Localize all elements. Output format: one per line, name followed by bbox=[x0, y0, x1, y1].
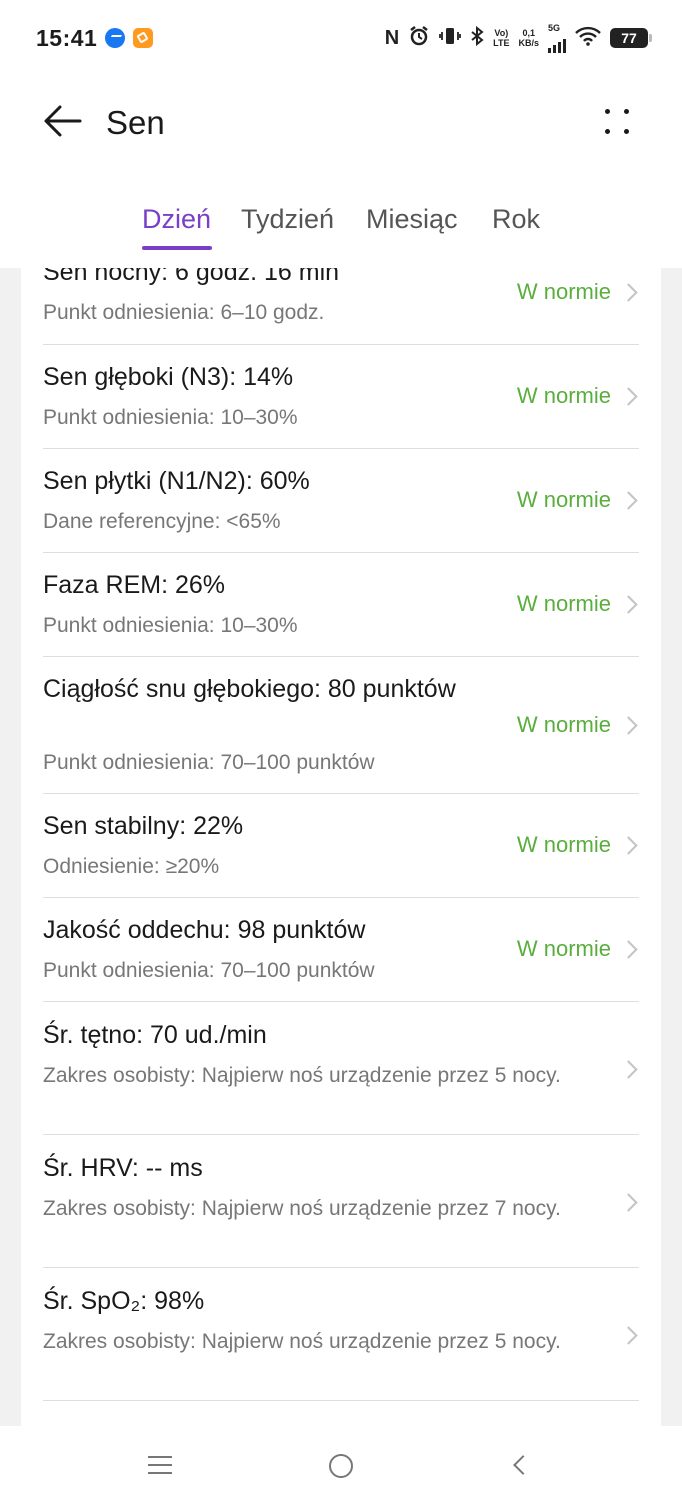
metric-status: W normie bbox=[516, 487, 611, 512]
metric-title: Śr. SpO₂: 98% bbox=[43, 1287, 205, 1315]
metric-title: Śr. tętno: 70 ud./min bbox=[43, 1021, 267, 1049]
wifi-icon bbox=[575, 26, 601, 51]
metric-status: W normie bbox=[516, 279, 611, 304]
metric-title: Sen stabilny: 22% bbox=[43, 812, 244, 840]
metric-status: W normie bbox=[516, 936, 611, 961]
metric-row-hrv[interactable]: Śr. HRV: -- ms Zakres osobisty: Najpierw… bbox=[43, 1135, 639, 1268]
tab-month[interactable]: Miesiąc bbox=[366, 204, 458, 235]
metric-title: Sen nocny: 6 godz. 16 min bbox=[43, 268, 340, 286]
bluetooth-icon bbox=[470, 25, 484, 51]
vibrate-icon bbox=[439, 26, 462, 51]
active-tab-indicator bbox=[142, 246, 212, 250]
metric-row-night-sleep[interactable]: Sen nocny: 6 godz. 16 min Punkt odniesie… bbox=[43, 268, 639, 345]
arrow-left-icon[interactable] bbox=[40, 98, 86, 144]
tab-day[interactable]: Dzień bbox=[142, 204, 211, 235]
volte-bottom: LTE bbox=[493, 38, 510, 48]
metric-status: W normie bbox=[516, 832, 611, 857]
metric-row-spo2[interactable]: Śr. SpO₂: 98% Zakres osobisty: Najpierw … bbox=[43, 1268, 639, 1401]
speed-unit: KB/s bbox=[518, 38, 539, 48]
network-speed: 0,1 KB/s bbox=[518, 28, 539, 48]
app-bar: Sen bbox=[0, 76, 682, 176]
messenger-icon bbox=[105, 28, 126, 48]
chevron-right-icon bbox=[619, 595, 638, 614]
speed-value: 0,1 bbox=[522, 28, 535, 38]
metric-reference: Dane referencyjne: <65% bbox=[43, 510, 281, 533]
period-tabs: Dzień Tydzień Miesiąc Rok bbox=[0, 176, 682, 268]
metric-status: W normie bbox=[516, 383, 611, 408]
alarm-icon bbox=[408, 25, 430, 52]
chevron-right-icon bbox=[619, 940, 638, 959]
network-type: 5G bbox=[548, 22, 561, 33]
system-nav-bar bbox=[0, 1426, 682, 1500]
metric-status: W normie bbox=[516, 712, 611, 737]
metric-title: Ciągłość snu głębokiego: 80 punktów bbox=[43, 675, 456, 703]
status-icons: N Vo) LTE 0,1 KB/s 5G 77 bbox=[384, 22, 652, 53]
metric-row-stable-sleep[interactable]: Sen stabilny: 22% Odniesienie: ≥20% W no… bbox=[43, 794, 639, 898]
metric-row-heart-rate[interactable]: Śr. tętno: 70 ud./min Zakres osobisty: N… bbox=[43, 1002, 639, 1135]
chevron-right-icon bbox=[619, 836, 638, 855]
metric-row-deep-sleep-continuity[interactable]: Ciągłość snu głębokiego: 80 punktów Punk… bbox=[43, 657, 639, 794]
metric-reference: Punkt odniesienia: 10–30% bbox=[43, 614, 298, 637]
metric-reference: Punkt odniesienia: 10–30% bbox=[43, 406, 298, 429]
chevron-right-icon bbox=[619, 283, 638, 302]
signal-icon: 5G bbox=[548, 22, 566, 53]
page-title: Sen bbox=[106, 104, 165, 141]
chevron-right-icon bbox=[619, 1326, 638, 1345]
home-icon[interactable] bbox=[329, 1454, 353, 1478]
notification-app-icon bbox=[133, 28, 154, 48]
more-dots-icon[interactable] bbox=[596, 102, 642, 142]
nfc-icon: N bbox=[384, 27, 400, 49]
menu-icon[interactable] bbox=[148, 1456, 172, 1474]
metric-title: Śr. HRV: -- ms bbox=[43, 1154, 203, 1182]
chevron-right-icon bbox=[619, 716, 638, 735]
metric-row-rem[interactable]: Faza REM: 26% Punkt odniesienia: 10–30% … bbox=[43, 553, 639, 657]
tab-year[interactable]: Rok bbox=[492, 204, 540, 235]
metric-title: Faza REM: 26% bbox=[43, 571, 226, 599]
metric-title: Sen płytki (N1/N2): 60% bbox=[43, 467, 310, 495]
metric-reference: Zakres osobisty: Najpierw noś urządzenie… bbox=[43, 1197, 561, 1220]
metric-reference: Punkt odniesienia: 70–100 punktów bbox=[43, 959, 375, 982]
volte-indicator: Vo) LTE bbox=[493, 28, 509, 48]
metric-reference: Zakres osobisty: Najpierw noś urządzenie… bbox=[43, 1330, 561, 1353]
chevron-right-icon bbox=[619, 1060, 638, 1079]
battery-icon: 77 bbox=[610, 28, 652, 48]
metric-status: W normie bbox=[516, 591, 611, 616]
metric-reference: Punkt odniesienia: 70–100 punktów bbox=[43, 751, 375, 774]
metric-reference: Odniesienie: ≥20% bbox=[43, 855, 220, 878]
metric-reference: Punkt odniesienia: 6–10 godz. bbox=[43, 301, 325, 324]
metric-reference: Zakres osobisty: Najpierw noś urządzenie… bbox=[43, 1064, 561, 1087]
back-icon[interactable] bbox=[513, 1455, 533, 1475]
volte-top: Vo) bbox=[494, 28, 509, 38]
status-time: 15:41 bbox=[36, 24, 98, 51]
metric-row-deep-sleep[interactable]: Sen głęboki (N3): 14% Punkt odniesienia:… bbox=[43, 345, 639, 449]
chevron-right-icon bbox=[619, 1193, 638, 1212]
metric-title: Jakość oddechu: 98 punktów bbox=[43, 916, 366, 944]
chevron-right-icon bbox=[619, 387, 638, 406]
metric-row-breathing-quality[interactable]: Jakość oddechu: 98 punktów Punkt odniesi… bbox=[43, 898, 639, 1002]
tab-week[interactable]: Tydzień bbox=[241, 204, 334, 235]
chevron-right-icon bbox=[619, 491, 638, 510]
sleep-metrics-card: Sen nocny: 6 godz. 16 min Punkt odniesie… bbox=[21, 268, 661, 1426]
metric-title: Sen głęboki (N3): 14% bbox=[43, 363, 294, 391]
status-bar: 15:41 N Vo) LTE 0,1 KB/s 5G 77 bbox=[0, 0, 682, 76]
metric-row-light-sleep[interactable]: Sen płytki (N1/N2): 60% Dane referencyjn… bbox=[43, 449, 639, 553]
